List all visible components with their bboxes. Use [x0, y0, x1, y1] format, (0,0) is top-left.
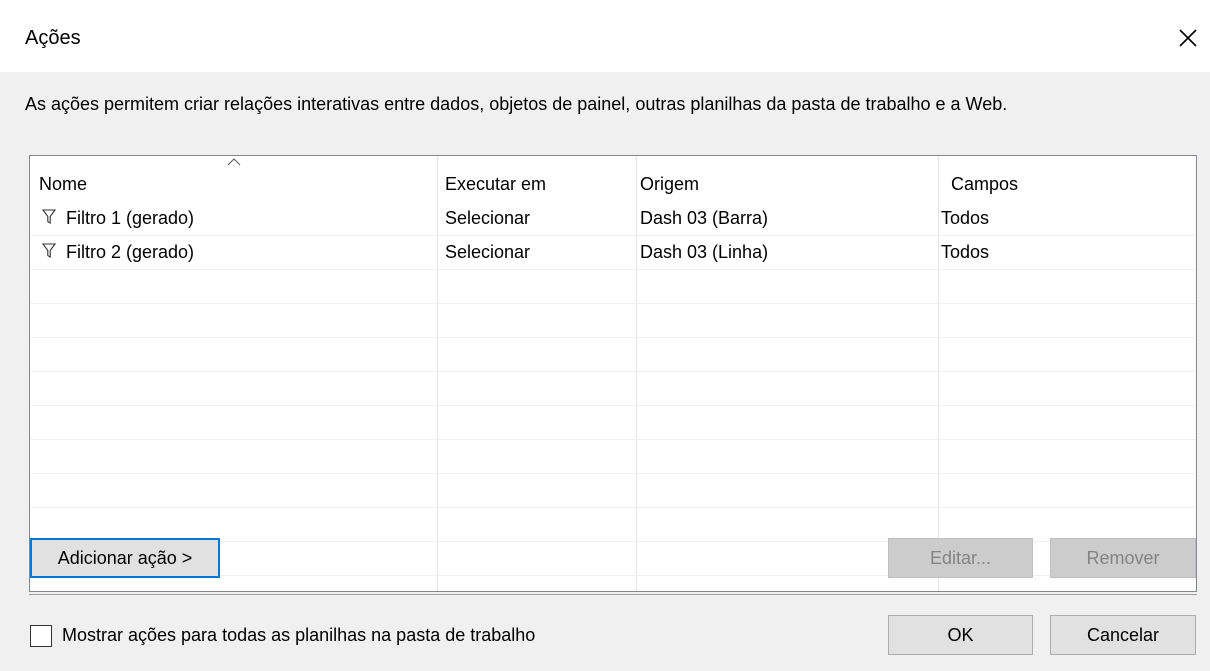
add-action-button[interactable]: Adicionar ação > [30, 538, 220, 578]
row-source: Dash 03 (Barra) [640, 208, 769, 228]
filter-icon [42, 209, 56, 224]
column-header-run-on[interactable]: Executar em [445, 174, 546, 195]
close-button[interactable] [1168, 18, 1208, 58]
dialog-body: As ações permitem criar relações interat… [0, 72, 1210, 671]
empty-row [30, 337, 1196, 372]
sort-ascending-icon [227, 158, 241, 166]
empty-row [30, 269, 1196, 304]
row-name: Filtro 1 (gerado) [66, 208, 195, 228]
empty-row [30, 473, 1196, 508]
row-run-on: Selecionar [445, 208, 531, 228]
footer-separator [29, 594, 1197, 595]
actions-list[interactable]: Nome Executar em Origem Campos Filtro 1 … [29, 155, 1197, 592]
table-row[interactable]: Filtro 2 (gerado) Selecionar Dash 03 (Li… [30, 235, 1196, 270]
filter-icon [42, 243, 56, 258]
row-name: Filtro 2 (gerado) [66, 242, 195, 262]
row-run-on: Selecionar [445, 242, 531, 262]
show-all-sheets-label[interactable]: Mostrar ações para todas as planilhas na… [62, 625, 535, 646]
ok-button[interactable]: OK [888, 615, 1033, 655]
row-fields: Todos [941, 242, 990, 262]
empty-row [30, 405, 1196, 440]
row-source: Dash 03 (Linha) [640, 242, 769, 262]
list-header: Nome Executar em Origem Campos [30, 156, 1196, 204]
show-all-sheets-checkbox[interactable] [30, 625, 52, 647]
remove-button[interactable]: Remover [1050, 538, 1196, 578]
cancel-button[interactable]: Cancelar [1050, 615, 1196, 655]
description-text: As ações permitem criar relações interat… [25, 94, 1008, 114]
dialog-title: Ações [25, 27, 81, 49]
empty-row [30, 439, 1196, 474]
close-icon [1179, 29, 1197, 47]
empty-row [30, 371, 1196, 406]
edit-button[interactable]: Editar... [888, 538, 1033, 578]
empty-row [30, 303, 1196, 338]
empty-row [30, 507, 1196, 542]
column-header-fields[interactable]: Campos [951, 174, 1018, 195]
column-header-source[interactable]: Origem [640, 174, 699, 195]
title-bar: Ações [0, 0, 1210, 72]
table-row[interactable]: Filtro 1 (gerado) Selecionar Dash 03 (Ba… [30, 201, 1196, 236]
column-header-name[interactable]: Nome [39, 174, 87, 195]
row-fields: Todos [941, 208, 990, 228]
actions-dialog: Ações As ações permitem criar relações i… [0, 0, 1210, 671]
